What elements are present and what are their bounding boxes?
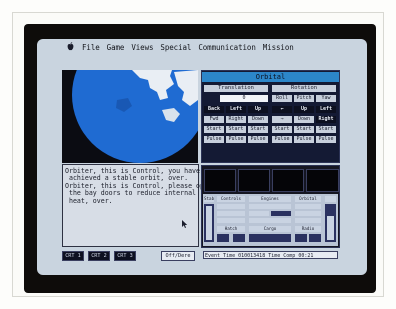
event-time-readout: Event Time 010013418 Time Comp 00:21 <box>203 251 338 259</box>
radio-label: Radio <box>295 226 321 232</box>
start-button[interactable]: Start <box>248 126 268 133</box>
translation-value[interactable]: 0 <box>220 95 268 102</box>
start-button[interactable]: Start <box>226 126 246 133</box>
controls-row[interactable] <box>217 218 245 223</box>
start-button[interactable]: Start <box>204 126 224 133</box>
controls-label: Controls <box>217 196 245 202</box>
crt-3-button[interactable]: CRT 3 <box>114 251 136 261</box>
bottom-status-bar: CRT 1 CRT 2 CRT 3 Off/Dere Event Time 01… <box>37 251 367 261</box>
rotation-pitch-up-button[interactable]: Up <box>294 106 314 113</box>
crt-1-button[interactable]: CRT 1 <box>62 251 84 261</box>
right-column-label <box>325 196 336 202</box>
stabilizers-fill <box>206 206 212 240</box>
hatch-toggle[interactable] <box>217 234 229 242</box>
hatch-label: Hatch <box>217 226 245 232</box>
orbital-row[interactable] <box>295 218 321 223</box>
radio-toggle[interactable] <box>295 234 307 242</box>
rotation-axis-roll: Roll <box>272 95 292 102</box>
orbital-row[interactable] <box>295 204 321 209</box>
menu-mission[interactable]: Mission <box>263 43 294 52</box>
controls-row[interactable] <box>217 211 245 216</box>
pulse-button[interactable]: Pulse <box>294 136 314 143</box>
display-screen-3 <box>272 169 304 192</box>
start-button[interactable]: Start <box>272 126 292 133</box>
rotation-axis-pitch: Pitch <box>294 95 314 102</box>
display-screen-4 <box>306 169 339 192</box>
translation-fwd-button[interactable]: Fwd <box>204 116 224 123</box>
start-button[interactable]: Start <box>294 126 314 133</box>
menu-views[interactable]: Views <box>131 43 153 52</box>
engines-label: Engines <box>249 196 291 202</box>
communication-panel: Orbiter, this is Control, you have achie… <box>62 164 212 247</box>
translation-down-button[interactable]: Down <box>248 116 268 123</box>
pulse-button[interactable]: Pulse <box>204 136 224 143</box>
start-button[interactable]: Start <box>316 126 336 133</box>
rotation-roll-left-button[interactable]: ← <box>272 106 292 113</box>
radio-toggle[interactable] <box>309 234 321 242</box>
menu-game[interactable]: Game <box>107 43 125 52</box>
crt-2-button[interactable]: CRT 2 <box>88 251 110 261</box>
apple-logo-icon[interactable] <box>67 42 74 51</box>
menu-file[interactable]: File <box>82 43 100 52</box>
comm-line: heat, over. <box>65 196 113 205</box>
orbital-control-panel: Orbital Translation Rotation 0 Roll Pitc… <box>201 70 340 163</box>
orbital-systems-label: Orbital <box>295 196 321 202</box>
rotation-yaw-left-button[interactable]: Left <box>316 106 336 113</box>
translation-left-button[interactable]: Left <box>226 106 246 113</box>
controls-row[interactable] <box>217 204 245 209</box>
earth-view-window <box>62 70 198 163</box>
rotation-pitch-down-button[interactable]: Down <box>294 116 314 123</box>
pulse-button[interactable]: Pulse <box>248 136 268 143</box>
display-screen-1 <box>204 169 236 192</box>
display-screen-2 <box>238 169 270 192</box>
pulse-button[interactable]: Pulse <box>316 136 336 143</box>
rotation-label: Rotation <box>272 85 336 92</box>
menu-communication[interactable]: Communication <box>198 43 256 52</box>
earth-image <box>62 70 198 163</box>
engines-row[interactable] <box>249 218 291 223</box>
translation-right-button[interactable]: Right <box>226 116 246 123</box>
systems-control-grid: Stabilizers Controls Hatch Engines Cargo… <box>203 194 338 246</box>
pulse-button[interactable]: Pulse <box>272 136 292 143</box>
status-field: Off/Dere <box>161 251 195 261</box>
menu-bar: File Game Views Special Communication Mi… <box>37 39 367 55</box>
stabilizers-label: Stabilizers <box>204 196 214 202</box>
rotation-yaw-right-button[interactable]: Right <box>316 116 336 123</box>
translation-back-button[interactable]: Back <box>204 106 224 113</box>
right-gauge-fill <box>327 216 334 240</box>
rotation-roll-right-button[interactable]: → <box>272 116 292 123</box>
orbital-title: Orbital <box>202 72 339 82</box>
mouse-cursor-icon <box>182 220 188 228</box>
hatch-toggle[interactable] <box>233 234 245 242</box>
pulse-button[interactable]: Pulse <box>226 136 246 143</box>
engines-row[interactable] <box>271 211 291 216</box>
menu-special[interactable]: Special <box>160 43 191 52</box>
translation-label: Translation <box>204 85 268 92</box>
monitor-screen: File Game Views Special Communication Mi… <box>37 39 367 275</box>
translation-up-button[interactable]: Up <box>248 106 268 113</box>
cargo-label: Cargo <box>249 226 291 232</box>
orbital-row[interactable] <box>295 211 321 216</box>
cargo-control[interactable] <box>249 234 291 242</box>
engines-row[interactable] <box>249 211 269 216</box>
rotation-axis-yaw: Yaw <box>316 95 336 102</box>
engines-row[interactable] <box>249 204 291 209</box>
